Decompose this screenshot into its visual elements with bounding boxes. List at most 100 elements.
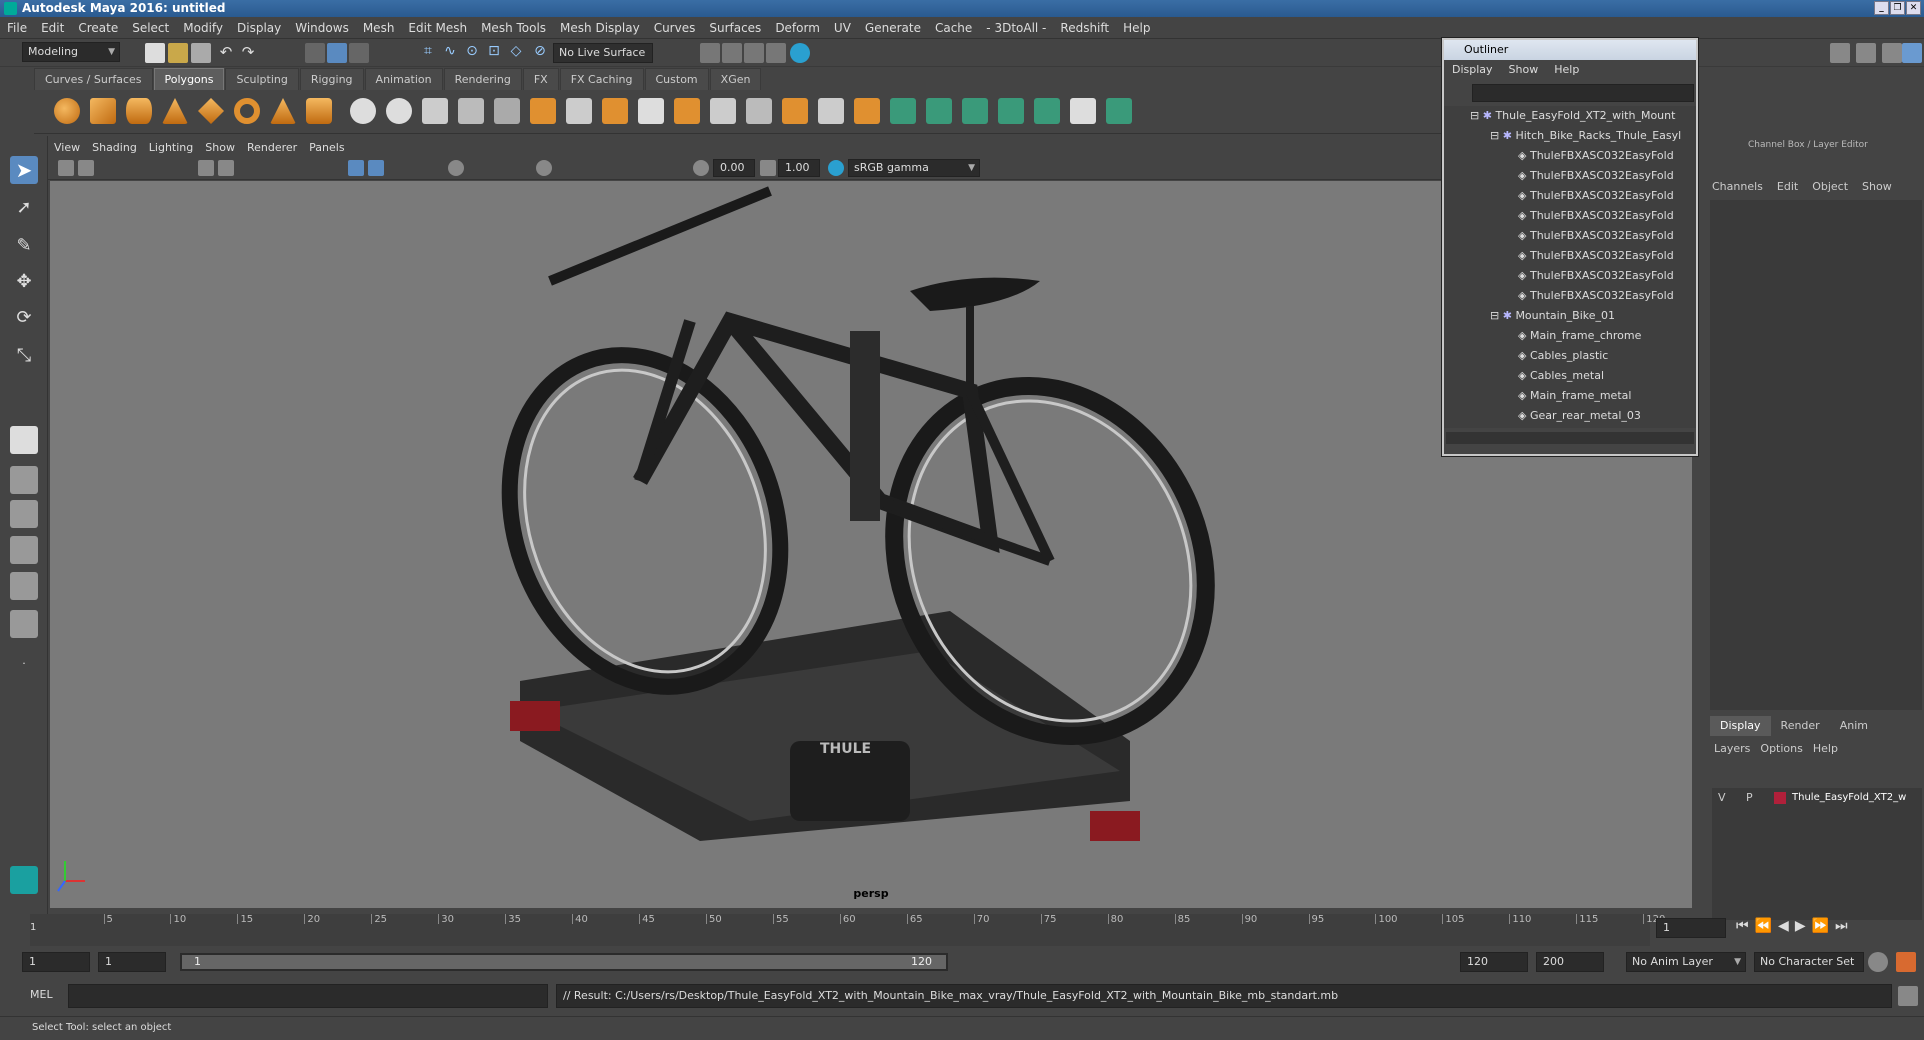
vp-menu-renderer[interactable]: Renderer xyxy=(241,138,303,158)
play-forward-icon[interactable]: ▶ xyxy=(1795,918,1812,934)
menu-surfaces[interactable]: Surfaces xyxy=(702,17,768,39)
exposure-icon[interactable] xyxy=(693,160,709,176)
save-scene-icon[interactable] xyxy=(191,43,211,63)
menu-redshift[interactable]: Redshift xyxy=(1053,17,1116,39)
range-slider[interactable]: 1 120 xyxy=(180,953,948,971)
new-scene-icon[interactable] xyxy=(145,43,165,63)
smooth-shade-icon[interactable] xyxy=(368,160,384,176)
layer-playback-toggle[interactable]: P xyxy=(1746,788,1753,808)
uv-cylindrical-icon[interactable] xyxy=(926,98,952,124)
outliner-search-input[interactable] xyxy=(1472,84,1694,102)
command-input[interactable] xyxy=(68,984,548,1008)
menu-windows[interactable]: Windows xyxy=(288,17,356,39)
fill-hole-icon[interactable] xyxy=(674,98,700,124)
camera-attr-icon[interactable] xyxy=(78,160,94,176)
layer-menu-options[interactable]: Options xyxy=(1760,742,1802,755)
select-object-icon[interactable] xyxy=(327,43,347,63)
render-frame-icon[interactable] xyxy=(722,43,742,63)
end-time-field[interactable]: 200 xyxy=(1536,952,1604,972)
undo-icon[interactable]: ↶ xyxy=(216,43,236,63)
move-tool-icon[interactable]: ✥ xyxy=(10,268,38,296)
tree-item-mesh[interactable]: ◈ Cables_plastic xyxy=(1518,346,1608,366)
gamma-icon[interactable] xyxy=(760,160,776,176)
character-set-dropdown[interactable]: No Character Set xyxy=(1754,952,1864,972)
vp-menu-shading[interactable]: Shading xyxy=(86,138,143,158)
tab-display[interactable]: Display xyxy=(1710,716,1771,736)
shelf-tab-fx[interactable]: FX xyxy=(522,68,559,91)
collapse-icon[interactable] xyxy=(818,98,844,124)
select-component-icon[interactable] xyxy=(349,43,369,63)
open-scene-icon[interactable] xyxy=(168,43,188,63)
tree-item-mountain-bike[interactable]: ⊟ ✱ Mountain_Bike_01 xyxy=(1490,306,1615,326)
tree-item-mesh[interactable]: ◈ ThuleFBXASC032EasyFold xyxy=(1518,186,1674,206)
layer-menu-layers[interactable]: Layers xyxy=(1714,742,1750,755)
outliner-menu-help[interactable]: Help xyxy=(1546,60,1587,80)
poly-plane-icon[interactable] xyxy=(198,98,224,124)
snap-view-icon[interactable]: ⊡ xyxy=(484,43,504,63)
single-view-icon[interactable] xyxy=(10,426,38,454)
extrude-icon[interactable] xyxy=(530,98,556,124)
lighting-icon[interactable] xyxy=(448,160,464,176)
vp-menu-panels[interactable]: Panels xyxy=(303,138,350,158)
outliner-title-bar[interactable]: Outliner xyxy=(1444,40,1696,60)
exposure-field[interactable]: 0.00 xyxy=(713,159,755,177)
outliner-menu-show[interactable]: Show xyxy=(1501,60,1547,80)
workspace-icon-2[interactable] xyxy=(1856,43,1876,63)
play-back-icon[interactable]: ◀ xyxy=(1778,918,1795,934)
snap-point-icon[interactable]: ⊙ xyxy=(462,43,482,63)
tree-item-hitch[interactable]: ⊟ ✱ Hitch_Bike_Racks_Thule_Easyl xyxy=(1490,126,1681,146)
tree-item-mesh[interactable]: ◈ ThuleFBXASC032EasyFold xyxy=(1518,206,1674,226)
menu-uv[interactable]: UV xyxy=(827,17,858,39)
menu-edit-mesh[interactable]: Edit Mesh xyxy=(401,17,474,39)
bridge-icon[interactable] xyxy=(602,98,628,124)
maximize-button[interactable]: ❐ xyxy=(1890,1,1905,15)
collapse-icon[interactable]: ⊟ xyxy=(1490,309,1503,322)
poly-cone-icon[interactable] xyxy=(162,98,188,124)
tree-item-mesh[interactable]: ◈ ThuleFBXASC032EasyFold xyxy=(1518,146,1674,166)
cb-menu-channels[interactable]: Channels xyxy=(1712,180,1763,193)
live-surface-field[interactable]: No Live Surface xyxy=(553,43,653,63)
ipr-render-icon[interactable] xyxy=(744,43,764,63)
auto-key-icon[interactable] xyxy=(1868,952,1888,972)
tree-item-mesh[interactable]: ◈ ThuleFBXASC032EasyFold xyxy=(1518,286,1674,306)
menu-generate[interactable]: Generate xyxy=(858,17,928,39)
menu-3dtoall[interactable]: - 3DtoAll - xyxy=(979,17,1053,39)
side-by-side-icon[interactable] xyxy=(10,500,38,528)
uv-automatic-icon[interactable] xyxy=(998,98,1024,124)
collapse-icon[interactable]: ⊟ xyxy=(1470,109,1483,122)
shelf-tab-polygons[interactable]: Polygons xyxy=(153,68,225,91)
poly-torus-icon[interactable] xyxy=(234,98,260,124)
poly-cylinder-icon[interactable] xyxy=(126,98,152,124)
checker-icon[interactable] xyxy=(1070,98,1096,124)
tree-item-root[interactable]: ⊟ ✱ Thule_EasyFold_XT2_with_Mount xyxy=(1470,106,1675,126)
combine-icon[interactable] xyxy=(350,98,376,124)
menu-cache[interactable]: Cache xyxy=(928,17,979,39)
gamma-field[interactable]: 1.00 xyxy=(778,159,820,177)
poly-pipe-icon[interactable] xyxy=(306,98,332,124)
film-gate-icon[interactable] xyxy=(218,160,234,176)
persp-outliner-icon[interactable] xyxy=(10,572,38,600)
tree-item-mesh[interactable]: ◈ ThuleFBXASC032EasyFold xyxy=(1518,246,1674,266)
camera-icon[interactable] xyxy=(58,160,74,176)
snap-surface-icon[interactable]: ◇ xyxy=(506,43,526,63)
extract-icon[interactable] xyxy=(422,98,448,124)
paint-select-icon[interactable]: ✎ xyxy=(10,232,38,260)
tab-anim[interactable]: Anim xyxy=(1830,716,1878,736)
playback-end-field[interactable]: 120 xyxy=(1460,952,1528,972)
poly-sphere-icon[interactable] xyxy=(54,98,80,124)
lasso-tool-icon[interactable]: ➚ xyxy=(10,194,38,222)
shelf-tab-animation[interactable]: Animation xyxy=(364,68,443,91)
uv-planar-icon[interactable] xyxy=(890,98,916,124)
tree-item-mesh[interactable]: ◈ Main_frame_chrome xyxy=(1518,326,1641,346)
persp-graph-icon[interactable] xyxy=(10,536,38,564)
tab-render[interactable]: Render xyxy=(1771,716,1830,736)
uv-spherical-icon[interactable] xyxy=(962,98,988,124)
select-hierarchy-icon[interactable] xyxy=(305,43,325,63)
select-tool-icon[interactable]: ➤ xyxy=(10,156,38,184)
tree-item-mesh[interactable]: ◈ Main_frame_metal xyxy=(1518,386,1631,406)
poly-pyramid-icon[interactable] xyxy=(270,98,296,124)
bevel-icon[interactable] xyxy=(566,98,592,124)
shelf-tab-rigging[interactable]: Rigging xyxy=(299,68,364,91)
vp-menu-lighting[interactable]: Lighting xyxy=(143,138,199,158)
merge-icon[interactable] xyxy=(782,98,808,124)
